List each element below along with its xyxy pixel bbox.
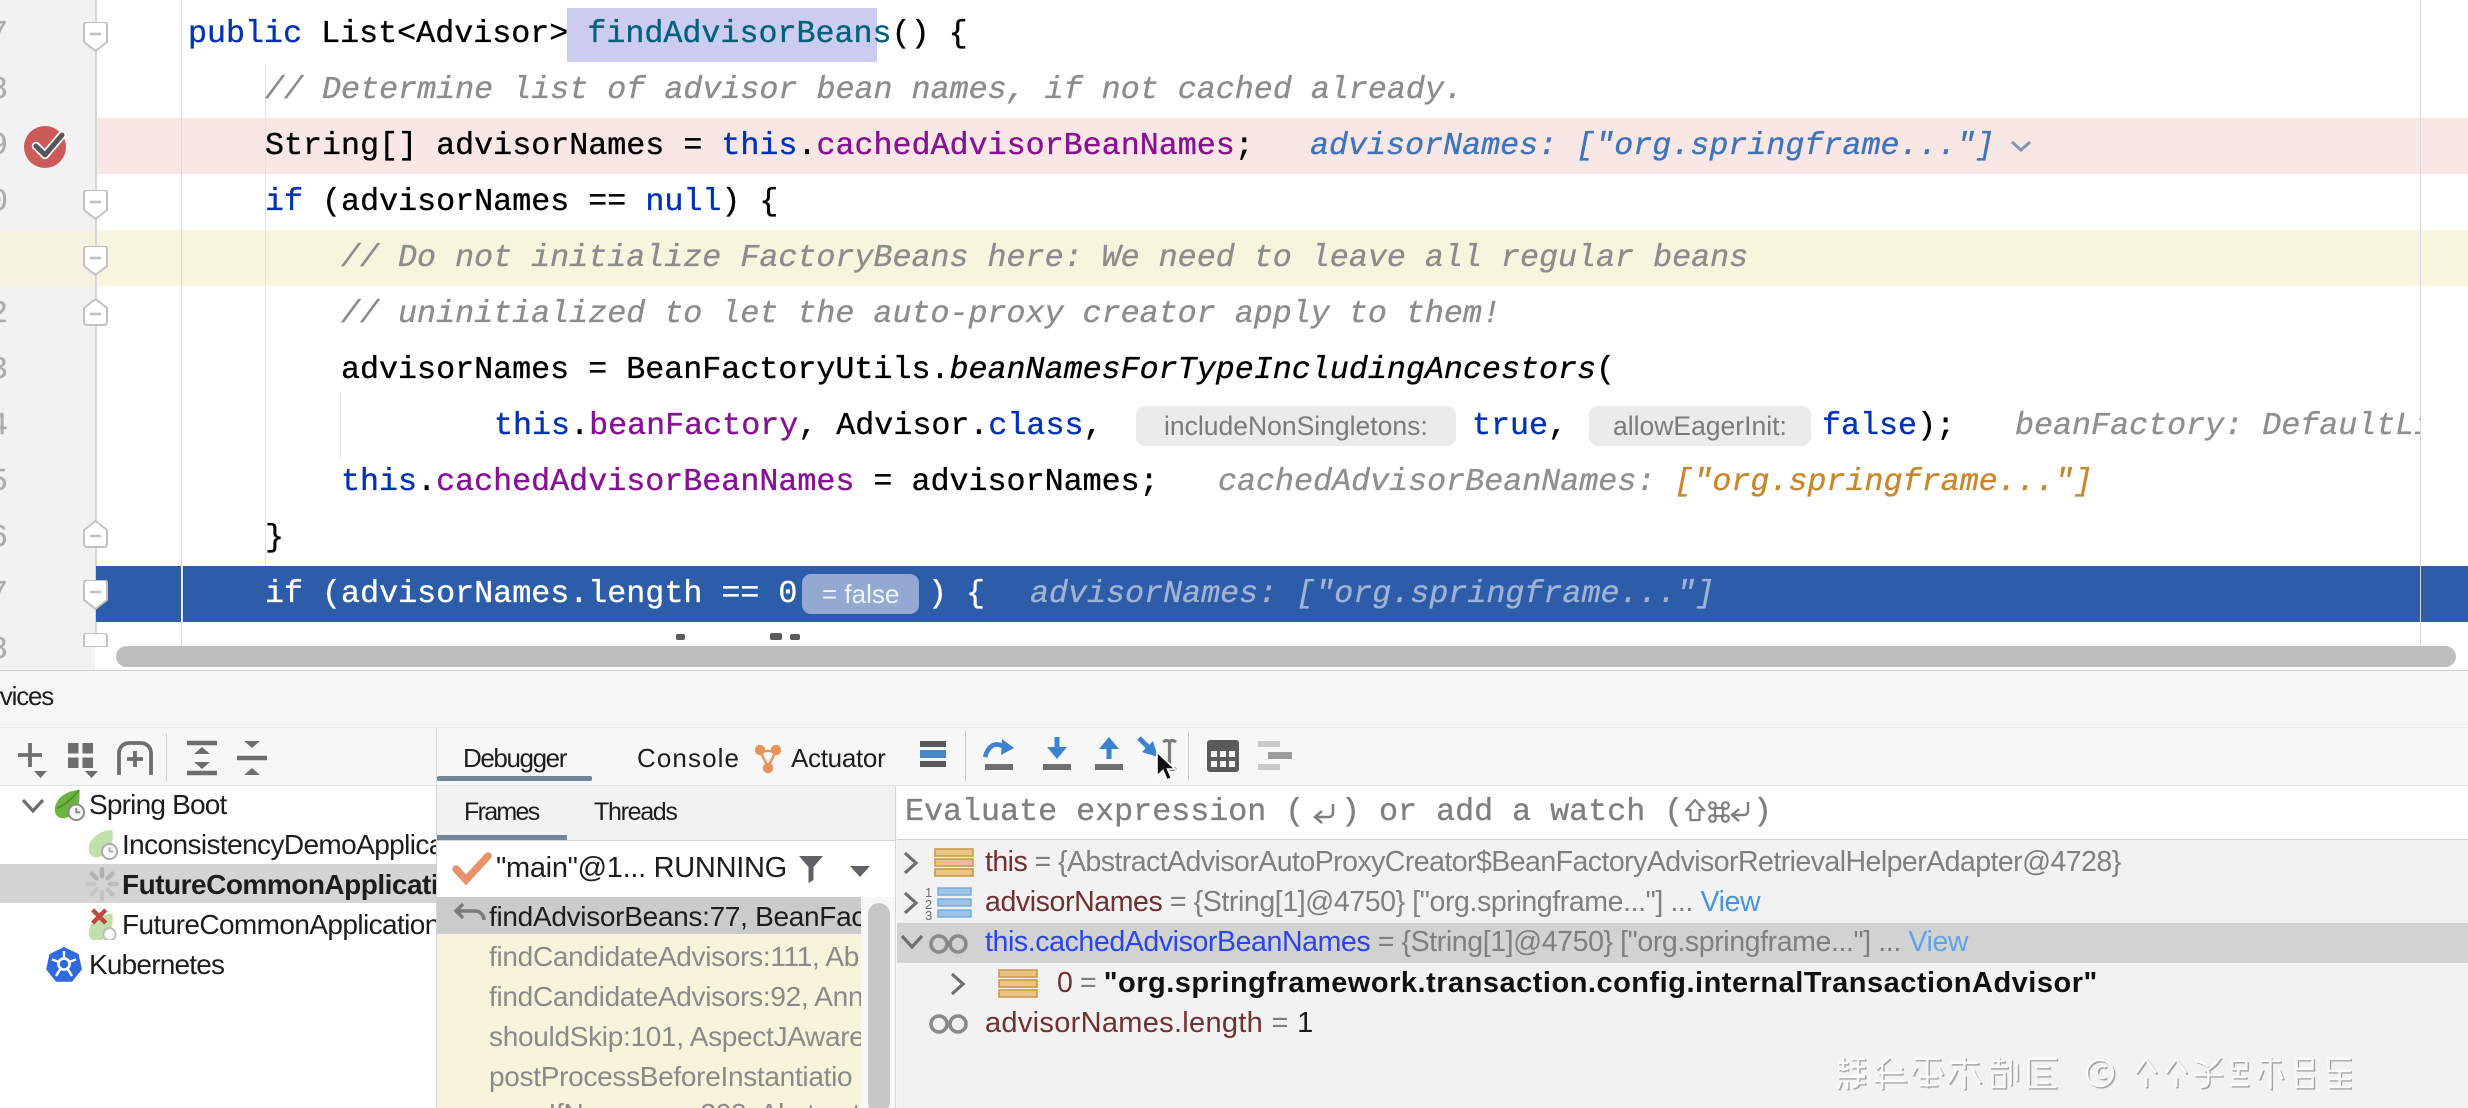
svg-text:3: 3 xyxy=(925,908,932,920)
